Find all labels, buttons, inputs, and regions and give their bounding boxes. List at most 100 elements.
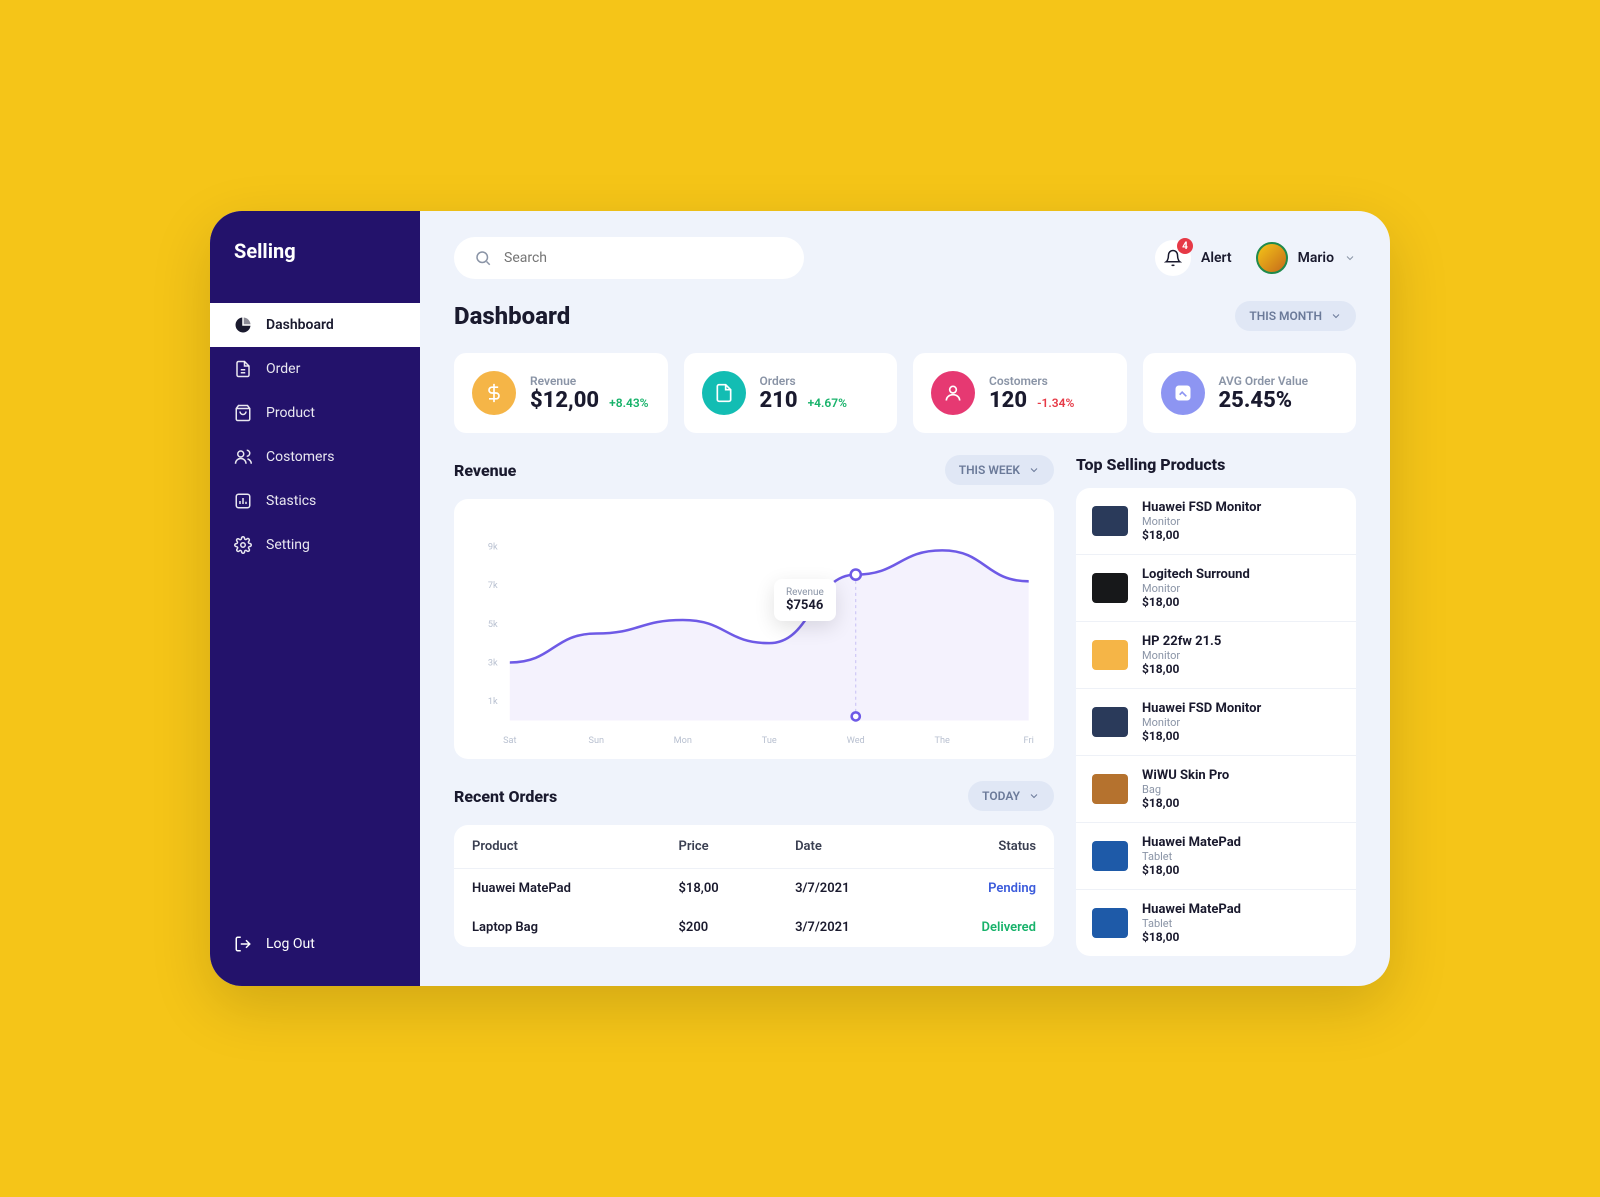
table-row[interactable]: Huawei MatePad $18,00 3/7/2021 Pending <box>454 869 1054 909</box>
sidebar-item-customers[interactable]: Costomers <box>210 435 420 479</box>
range-selector-today[interactable]: TODAY <box>968 781 1054 811</box>
logout-button[interactable]: Log Out <box>210 922 420 966</box>
svg-text:5k: 5k <box>488 620 498 630</box>
product-price: $18,00 <box>1142 863 1340 877</box>
product-price: $18,00 <box>1142 595 1340 609</box>
user-name: Mario <box>1298 250 1334 266</box>
stat-value: 120 <box>989 388 1027 413</box>
product-category: Tablet <box>1142 850 1340 863</box>
gear-icon <box>234 536 252 554</box>
product-thumb <box>1092 707 1128 737</box>
product-thumb <box>1092 573 1128 603</box>
logout-label: Log Out <box>266 936 315 952</box>
product-item[interactable]: WiWU Skin Pro Bag $18,00 <box>1076 756 1356 823</box>
product-thumb <box>1092 841 1128 871</box>
file-icon <box>234 360 252 378</box>
range-selector-week[interactable]: THIS WEEK <box>945 455 1054 485</box>
stat-value: $12,00 <box>530 388 599 413</box>
orders-title: Recent Orders <box>454 787 557 806</box>
product-thumb <box>1092 908 1128 938</box>
cell-date: 3/7/2021 <box>777 908 915 947</box>
sidebar-item-label: Order <box>266 361 300 377</box>
stat-label: Revenue <box>530 374 650 388</box>
product-category: Monitor <box>1142 649 1340 662</box>
stat-value: 25.45% <box>1219 388 1293 413</box>
revenue-title: Revenue <box>454 461 516 480</box>
stat-delta: -1.34% <box>1037 396 1074 410</box>
table-head-row: ProductPriceDateStatus <box>454 825 1054 869</box>
sidebar-nav: Dashboard Order Product Costomers Stasti… <box>210 303 420 922</box>
product-category: Monitor <box>1142 582 1340 595</box>
topbar: 4 Alert Mario <box>454 237 1356 279</box>
product-item[interactable]: Huawei FSD Monitor Monitor $18,00 <box>1076 689 1356 756</box>
user-menu[interactable]: Mario <box>1256 242 1356 274</box>
revenue-chart: 1k3k5k7k9kSatSunMonTueWedTheFri Revenue … <box>454 499 1054 759</box>
alert-button[interactable]: 4 Alert <box>1155 240 1232 276</box>
sidebar-item-label: Setting <box>266 537 310 553</box>
tooltip-value: $7546 <box>786 598 824 613</box>
table-body: Huawei MatePad $18,00 3/7/2021 PendingLa… <box>454 869 1054 948</box>
search-input[interactable] <box>504 250 784 266</box>
product-price: $18,00 <box>1142 662 1340 676</box>
cell-product: Huawei MatePad <box>454 869 660 909</box>
product-price: $18,00 <box>1142 528 1340 542</box>
product-name: Huawei FSD Monitor <box>1142 500 1340 515</box>
product-thumb <box>1092 774 1128 804</box>
range-label: THIS WEEK <box>959 463 1020 477</box>
chevron-down-icon <box>1330 310 1342 322</box>
table-header: Date <box>777 825 915 869</box>
product-item[interactable]: Huawei FSD Monitor Monitor $18,00 <box>1076 488 1356 555</box>
stat-label: Orders <box>760 374 880 388</box>
left-column: Revenue THIS WEEK 1k3k5k7k9kSatSunMonTue… <box>454 455 1054 956</box>
page-title: Dashboard <box>454 302 570 330</box>
product-name: Huawei MatePad <box>1142 835 1340 850</box>
stat-label: Costomers <box>989 374 1109 388</box>
product-item[interactable]: HP 22fw 21.5 Monitor $18,00 <box>1076 622 1356 689</box>
product-item[interactable]: Logitech Surround Monitor $18,00 <box>1076 555 1356 622</box>
sidebar-item-dashboard[interactable]: Dashboard <box>210 303 420 347</box>
range-label: THIS MONTH <box>1249 309 1322 323</box>
stat-card: Orders 210 +4.67% <box>684 353 898 433</box>
product-thumb <box>1092 640 1128 670</box>
sidebar-item-product[interactable]: Product <box>210 391 420 435</box>
stat-value: 210 <box>760 388 798 413</box>
table-header: Status <box>915 825 1054 869</box>
svg-text:Wed: Wed <box>847 736 865 746</box>
alert-badge: 4 <box>1177 238 1193 254</box>
sidebar-item-setting[interactable]: Setting <box>210 523 420 567</box>
table-row[interactable]: Laptop Bag $200 3/7/2021 Delivered <box>454 908 1054 947</box>
dollar-icon <box>472 371 516 415</box>
product-price: $18,00 <box>1142 796 1340 810</box>
svg-text:1k: 1k <box>488 697 498 707</box>
cell-product: Laptop Bag <box>454 908 660 947</box>
revenue-head: Revenue THIS WEEK <box>454 455 1054 485</box>
stat-label: AVG Order Value <box>1219 374 1339 388</box>
products-head: Top Selling Products <box>1076 455 1356 474</box>
range-selector-month[interactable]: THIS MONTH <box>1235 301 1356 331</box>
svg-text:Sun: Sun <box>589 736 605 746</box>
chevron-down-icon <box>1344 252 1356 264</box>
orders-table: ProductPriceDateStatus Huawei MatePad $1… <box>454 825 1054 947</box>
orders-table-box: ProductPriceDateStatus Huawei MatePad $1… <box>454 825 1054 947</box>
cell-price: $18,00 <box>660 869 777 909</box>
svg-text:Tue: Tue <box>762 736 777 746</box>
products-title: Top Selling Products <box>1076 455 1225 474</box>
product-category: Monitor <box>1142 515 1340 528</box>
search-box[interactable] <box>454 237 804 279</box>
chart-bar-icon <box>234 492 252 510</box>
product-item[interactable]: Huawei MatePad Tablet $18,00 <box>1076 823 1356 890</box>
chart-svg: 1k3k5k7k9kSatSunMonTueWedTheFri <box>466 517 1042 751</box>
product-category: Monitor <box>1142 716 1340 729</box>
stat-card: Revenue $12,00 +8.43% <box>454 353 668 433</box>
product-price: $18,00 <box>1142 930 1340 944</box>
sidebar-item-statistics[interactable]: Stastics <box>210 479 420 523</box>
cell-price: $200 <box>660 908 777 947</box>
tooltip-label: Revenue <box>786 587 824 598</box>
alert-label: Alert <box>1201 250 1232 266</box>
sidebar-item-label: Dashboard <box>266 317 334 333</box>
cell-date: 3/7/2021 <box>777 869 915 909</box>
sidebar-item-order[interactable]: Order <box>210 347 420 391</box>
stat-delta: +8.43% <box>609 396 648 410</box>
product-item[interactable]: Huawei MatePad Tablet $18,00 <box>1076 890 1356 956</box>
product-category: Tablet <box>1142 917 1340 930</box>
